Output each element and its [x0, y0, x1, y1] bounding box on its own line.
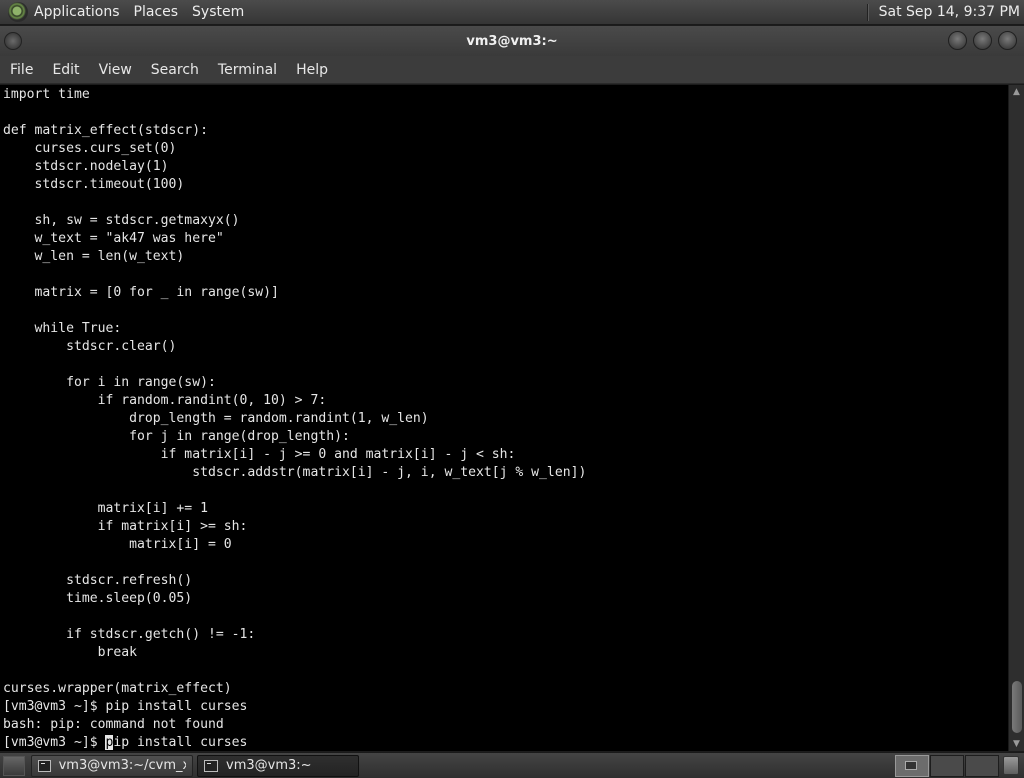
- trash-icon[interactable]: [1003, 756, 1019, 775]
- scrollbar-thumb[interactable]: [1012, 681, 1022, 733]
- terminal-line: matrix[i] += 1: [3, 501, 208, 516]
- workspace-1[interactable]: [895, 755, 929, 777]
- terminal-line: curses.wrapper(matrix_effect): [3, 681, 232, 696]
- terminal-line: matrix = [0 for _ in range(sw)]: [3, 285, 279, 300]
- terminal-line: w_len = len(w_text): [3, 249, 185, 264]
- terminal-line: def matrix_effect(stdscr):: [3, 123, 208, 138]
- terminal-line: stdscr.refresh(): [3, 573, 193, 588]
- terminal-line: import time: [3, 87, 90, 102]
- window-title: vm3@vm3:~: [466, 33, 558, 49]
- terminal-prompt: [vm3@vm3 ~]$: [3, 735, 106, 750]
- terminal-line: [vm3@vm3 ~]$ pip install curses: [3, 699, 248, 714]
- workspace-switcher[interactable]: [895, 755, 1000, 777]
- terminal-line: while True:: [3, 321, 122, 336]
- terminal-menubar: File Edit View Search Terminal Help: [0, 56, 1024, 84]
- system-menu[interactable]: System: [192, 4, 244, 20]
- terminal-line: if random.randint(0, 10) > 7:: [3, 393, 327, 408]
- terminal-line: stdscr.timeout(100): [3, 177, 185, 192]
- applications-menu[interactable]: Applications: [34, 4, 120, 20]
- close-button[interactable]: [998, 31, 1017, 50]
- terminal-line: if stdscr.getch() != -1:: [3, 627, 256, 642]
- menu-file[interactable]: File: [10, 62, 33, 78]
- panel-separator: [866, 3, 869, 21]
- taskbar-item-cvm[interactable]: vm3@vm3:~/cvm_x...: [31, 754, 193, 777]
- terminal-output[interactable]: import time def matrix_effect(stdscr): cu…: [0, 85, 1008, 751]
- terminal-line: bash: pip: command not found: [3, 717, 224, 732]
- minimize-button[interactable]: [948, 31, 967, 50]
- terminal-scrollbar[interactable]: ▲ ▼: [1008, 85, 1024, 751]
- show-desktop-icon[interactable]: [3, 755, 25, 776]
- menu-view[interactable]: View: [99, 62, 132, 78]
- terminal-line: for j in range(drop_length):: [3, 429, 350, 444]
- workspace-2[interactable]: [930, 755, 964, 777]
- terminal-line: time.sleep(0.05): [3, 591, 193, 606]
- menu-edit[interactable]: Edit: [52, 62, 79, 78]
- terminal-line: stdscr.nodelay(1): [3, 159, 169, 174]
- terminal-lines: import time def matrix_effect(stdscr): cu…: [3, 86, 1008, 734]
- window-thumbnail-icon: [905, 761, 917, 770]
- scroll-up-arrow-icon[interactable]: ▲: [1009, 85, 1024, 99]
- maximize-button[interactable]: [973, 31, 992, 50]
- top-panel: Applications Places System Sat Sep 14, 9…: [0, 0, 1024, 25]
- places-menu[interactable]: Places: [134, 4, 179, 20]
- terminal-line: w_text = "ak47 was here": [3, 231, 224, 246]
- distro-logo-icon[interactable]: [8, 2, 28, 22]
- terminal-line: stdscr.addstr(matrix[i] - j, i, w_text[j…: [3, 465, 587, 480]
- menu-help[interactable]: Help: [296, 62, 328, 78]
- terminal-line: break: [3, 645, 138, 660]
- bottom-panel: vm3@vm3:~/cvm_x... vm3@vm3:~: [0, 752, 1024, 778]
- terminal-line: for i in range(sw):: [3, 375, 216, 390]
- terminal-line: drop_length = random.randint(1, w_len): [3, 411, 429, 426]
- window-menu-icon[interactable]: [4, 32, 22, 50]
- terminal-input-text: ip install curses: [113, 735, 248, 750]
- scroll-down-arrow-icon[interactable]: ▼: [1009, 737, 1024, 751]
- terminal-line: if matrix[i] - j >= 0 and matrix[i] - j …: [3, 447, 516, 462]
- taskbar-item-label: vm3@vm3:~: [226, 758, 312, 773]
- workspace-3[interactable]: [965, 755, 999, 777]
- clock[interactable]: Sat Sep 14, 9:37 PM: [879, 4, 1020, 20]
- terminal-line: sh, sw = stdscr.getmaxyx(): [3, 213, 240, 228]
- terminal-line: curses.curs_set(0): [3, 141, 177, 156]
- terminal-input-line[interactable]: [vm3@vm3 ~]$ pip install curses: [3, 734, 1008, 751]
- panel-right-area: Sat Sep 14, 9:37 PM: [866, 0, 1024, 24]
- menu-search[interactable]: Search: [151, 62, 199, 78]
- taskbar-item-home[interactable]: vm3@vm3:~: [197, 754, 359, 777]
- terminal-icon: [38, 759, 51, 772]
- terminal-line: matrix[i] = 0: [3, 537, 232, 552]
- menu-terminal[interactable]: Terminal: [218, 62, 277, 78]
- window-titlebar[interactable]: vm3@vm3:~: [0, 26, 1024, 56]
- terminal-line: if matrix[i] >= sh:: [3, 519, 248, 534]
- taskbar-item-label: vm3@vm3:~/cvm_x...: [58, 758, 186, 773]
- terminal-icon: [204, 759, 218, 772]
- terminal-line: stdscr.clear(): [3, 339, 177, 354]
